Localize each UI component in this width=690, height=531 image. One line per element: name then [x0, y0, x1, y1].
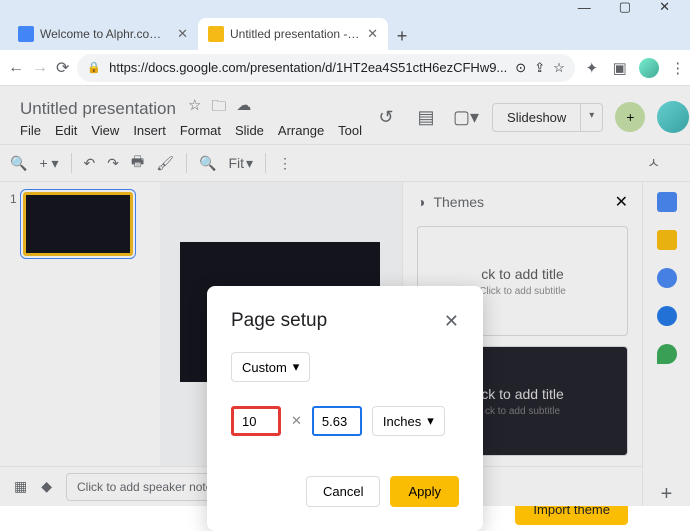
redo-icon[interactable]: ↷ — [107, 155, 119, 172]
menu-format[interactable]: Format — [180, 123, 221, 138]
theme-subtitle: Click to add subtitle — [479, 286, 566, 297]
themes-label: Themes — [433, 194, 484, 210]
chevron-down-icon: ▾ — [293, 359, 300, 375]
new-tab-button[interactable]: + — [388, 22, 416, 50]
menu-view[interactable]: View — [91, 123, 119, 138]
close-tab-icon[interactable]: ✕ — [177, 26, 188, 42]
zoom-dropdown[interactable]: Fit ▾ — [228, 155, 253, 172]
menu-edit[interactable]: Edit — [55, 123, 77, 138]
version-history-icon[interactable]: ↺ — [372, 107, 400, 128]
menu-bar: File Edit View Insert Format Slide Arran… — [20, 123, 362, 138]
search-icon[interactable]: ⊙ — [515, 60, 526, 76]
close-window-button[interactable]: ✕ — [659, 0, 670, 15]
unit-label: Inches — [383, 414, 421, 429]
document-title[interactable]: Untitled presentation — [20, 99, 176, 119]
unit-dropdown[interactable]: Inches ▾ — [372, 406, 445, 436]
contacts-icon[interactable] — [657, 306, 677, 326]
keep-icon[interactable] — [657, 230, 677, 250]
add-addon-icon[interactable]: + — [661, 483, 673, 506]
width-input[interactable] — [231, 406, 281, 436]
chrome-menu-icon[interactable]: ⋮ — [669, 59, 687, 77]
browser-tab-0[interactable]: Welcome to Alphr.com - Google ✕ — [8, 18, 198, 50]
share-button[interactable]: + — [615, 102, 645, 132]
menu-file[interactable]: File — [20, 123, 41, 138]
grid-view-icon[interactable]: ▦ — [14, 478, 27, 495]
preset-dropdown[interactable]: Custom ▾ — [231, 352, 310, 382]
favicon-icon — [18, 26, 34, 42]
print-icon[interactable]: 🖶 — [131, 151, 144, 175]
app-header: Untitled presentation ☆ 🗀 ☁ File Edit Vi… — [0, 86, 690, 144]
tab-strip: Welcome to Alphr.com - Google ✕ Untitled… — [0, 14, 690, 50]
reload-button[interactable]: ⟳ — [56, 56, 69, 80]
browser-tab-1[interactable]: Untitled presentation - Google S ✕ — [198, 18, 388, 50]
tasks-icon[interactable] — [657, 268, 677, 288]
slide-filmstrip: 1 — [0, 182, 160, 506]
side-rail: + — [642, 182, 690, 506]
zoom-label: Fit — [228, 155, 244, 171]
multiply-icon: ✕ — [291, 413, 302, 429]
slide-number: 1 — [10, 192, 17, 256]
extension-icon[interactable]: ▣ — [611, 59, 629, 77]
explore-icon[interactable]: ◆ — [41, 478, 52, 495]
new-slide-button[interactable]: + ▾ — [39, 155, 58, 172]
undo-icon[interactable]: ↶ — [84, 155, 96, 172]
maps-icon[interactable] — [657, 344, 677, 364]
account-avatar[interactable] — [657, 101, 689, 133]
minimize-button[interactable]: — — [578, 0, 591, 15]
maximize-button[interactable]: ▢ — [619, 0, 631, 15]
comments-icon[interactable]: ▤ — [412, 107, 440, 128]
cloud-status-icon[interactable]: ☁ — [236, 96, 251, 121]
calendar-icon[interactable] — [657, 192, 677, 212]
tab-title: Untitled presentation - Google S — [230, 27, 361, 41]
cancel-button[interactable]: Cancel — [306, 476, 380, 507]
bookmark-star-icon[interactable]: ☆ — [553, 60, 565, 76]
close-tab-icon[interactable]: ✕ — [367, 26, 378, 42]
extensions-icon[interactable]: ✦ — [583, 59, 601, 77]
meet-icon[interactable]: ▢▾ — [452, 107, 480, 128]
star-icon[interactable]: ☆ — [188, 96, 201, 121]
paint-format-icon[interactable]: 🖌 — [156, 155, 174, 172]
toolbar: 🔍 + ▾ ↶ ↷ 🖶 🖌 🔍 Fit ▾ ⋮ ㅅ — [0, 144, 690, 182]
themes-icon: ◑ — [417, 194, 425, 210]
theme-title: ck to add title — [481, 386, 564, 402]
dialog-title: Page setup — [231, 310, 327, 332]
tab-title: Welcome to Alphr.com - Google — [40, 27, 171, 41]
collapse-toolbar-icon[interactable]: ㅅ — [647, 153, 660, 173]
close-themes-icon[interactable]: ✕ — [615, 192, 628, 212]
menu-slide[interactable]: Slide — [235, 123, 264, 138]
page-setup-dialog: Page setup ✕ Custom ▾ ✕ Inches ▾ Cancel Ap… — [207, 286, 483, 531]
height-input[interactable] — [312, 406, 362, 436]
menu-arrange[interactable]: Arrange — [278, 123, 324, 138]
move-icon[interactable]: 🗀 — [211, 96, 226, 121]
url-text: https://docs.google.com/presentation/d/1… — [109, 60, 507, 75]
slide-thumbnail[interactable] — [23, 192, 133, 256]
apply-button[interactable]: Apply — [390, 476, 459, 507]
theme-subtitle: ck to add subtitle — [485, 406, 560, 417]
slideshow-button[interactable]: Slideshow — [492, 103, 581, 132]
address-bar: ← → ⟳ 🔒 https://docs.google.com/presenta… — [0, 50, 690, 86]
send-icon[interactable]: ⇪ — [534, 60, 545, 76]
share-plus-icon: + — [626, 109, 634, 125]
forward-button[interactable]: → — [32, 56, 48, 80]
menu-tools[interactable]: Tool — [338, 123, 362, 138]
profile-avatar-icon[interactable] — [639, 58, 659, 78]
theme-title: ck to add title — [481, 266, 564, 282]
close-dialog-icon[interactable]: ✕ — [444, 311, 459, 332]
menu-insert[interactable]: Insert — [133, 123, 166, 138]
zoom-tool-icon[interactable]: 🔍 — [199, 155, 216, 172]
slideshow-dropdown[interactable]: ▾ — [581, 103, 603, 132]
lock-icon: 🔒 — [87, 61, 101, 74]
favicon-icon — [208, 26, 224, 42]
back-button[interactable]: ← — [8, 56, 24, 80]
preset-label: Custom — [242, 360, 287, 375]
search-tool-icon[interactable]: 🔍 — [10, 155, 27, 172]
chevron-down-icon: ▾ — [427, 413, 434, 429]
url-input[interactable]: 🔒 https://docs.google.com/presentation/d… — [77, 54, 574, 82]
more-tools-icon[interactable]: ⋮ — [278, 155, 292, 172]
